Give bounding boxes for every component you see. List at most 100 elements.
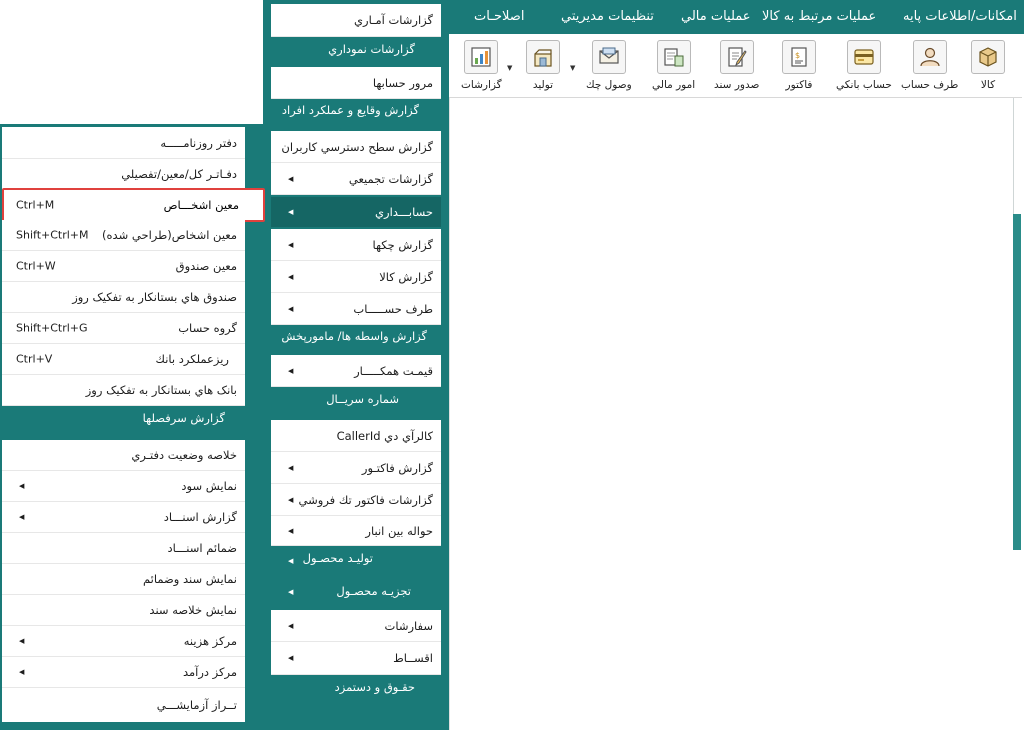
menu-item-label: طرف حســـــاب	[353, 301, 433, 316]
main-menu-bar: اصلاحـات تنظيمات مديريتي عمليات مالي عمل…	[449, 0, 1024, 34]
submenu-show-profit[interactable]: ◀ نمايش سود	[2, 471, 245, 502]
submenu-creditor-cash-by-day[interactable]: صندوق هاي بستانکار به تفکيک روز	[2, 282, 245, 313]
report-chart-icon	[464, 40, 499, 74]
submenu-arrow-icon: ◀	[288, 621, 294, 630]
menu-orders[interactable]: ◀ سفارشات	[271, 610, 441, 642]
toolbar-issue-document-button[interactable]: صدور سند	[714, 40, 759, 96]
toolbar-issue-document-label: صدور سند	[714, 79, 760, 91]
submenu-document-summary[interactable]: نمايش خلاصه سند	[2, 595, 245, 626]
menu-account-party[interactable]: ◀ طرف حســـــاب	[271, 293, 441, 325]
menu-invoice-report[interactable]: ◀ گزارش فاکتـور	[271, 452, 441, 484]
menu-aggregate-reports[interactable]: ◀ گزارشات تجميعي	[271, 163, 441, 195]
menu-serial-number[interactable]: شماره سريــال	[326, 392, 399, 406]
menu-cheque-report[interactable]: ◀ گزارش چکها	[271, 229, 441, 261]
menu-item-label: بانک هاي بستانکار به تفکيک روز	[85, 383, 237, 397]
menu-product-decomposition[interactable]: ◀ تجزيـه محصـول	[271, 577, 441, 607]
cheque-dropdown-arrow-icon[interactable]: ▼	[570, 64, 575, 72]
submenu-headings-report[interactable]: گزارش سرفصلها	[143, 411, 225, 425]
submenu-bank-details[interactable]: Ctrl+V ريزعملکرد بانك	[2, 344, 245, 375]
accounting-submenu-panel: دفتر روزنامـــــه دفـاتـر کل/معين/تفصيلي…	[0, 124, 265, 730]
submenu-persons-ledger[interactable]: Ctrl+M معين اشخـــاص	[2, 188, 265, 222]
toolbar-invoice-button[interactable]: $ فاکتور	[782, 40, 816, 96]
menu-item-label: گزارش چکها	[372, 237, 433, 252]
menu-item-label: اقســاط	[393, 651, 433, 665]
menu-item-label: صندوق هاي بستانکار به تفکيک روز	[72, 290, 237, 304]
submenu-arrow-icon: ◀	[288, 240, 294, 249]
submenu-trial-balance[interactable]: تــراز آزمايشـــي	[2, 688, 245, 722]
toolbar-finance-button[interactable]: امور مالي	[652, 40, 695, 96]
menu-chart-reports[interactable]: گزارشات نموداري	[328, 42, 415, 56]
menu-accounting[interactable]: ◀ حسابـــداري	[271, 197, 441, 227]
submenu-arrow-icon: ◀	[288, 208, 294, 216]
menu-retail-invoice-reports[interactable]: ◀ گزارشات فاکتور تك فروشي	[271, 484, 441, 516]
menu-product-manufacture[interactable]: ◀ توليـد محصـول	[271, 547, 441, 575]
menu-corrections[interactable]: اصلاحـات	[474, 9, 524, 24]
toolbar-bank-account-button[interactable]: حساب بانکي	[836, 40, 892, 96]
menu-item-label: گزارش فاکتـور	[361, 460, 433, 475]
shortcut-label: Ctrl+V	[16, 352, 53, 366]
menu-item-label: تــراز آزمايشـــي	[156, 698, 237, 712]
menu-item-label: معين اشخاص(طراحي شده)	[102, 228, 237, 242]
menu-item-label: نمايش خلاصه سند	[149, 603, 237, 617]
toolbar-cheque-button[interactable]: وصول چك	[586, 40, 632, 96]
shortcut-label: Shift+Ctrl+G	[16, 321, 88, 335]
document-pen-icon	[719, 40, 754, 74]
invoice-icon: $	[782, 40, 816, 74]
menu-goods-report[interactable]: ◀ گزارش کالا	[271, 261, 441, 293]
toolbar-account-party-button[interactable]: طرف حساب	[901, 40, 958, 96]
toolbar-cheque-label: وصول چك	[586, 79, 632, 91]
submenu-document-attachments[interactable]: ضمائم اسنـــاد	[2, 533, 245, 564]
app-window-edge	[449, 98, 450, 730]
bank-card-icon	[846, 40, 881, 74]
scrollbar-thumb[interactable]	[1013, 214, 1021, 550]
submenu-book-summary[interactable]: خلاصه وضعيت دفتـري	[2, 440, 245, 471]
toolbar-production-label: توليد	[532, 79, 554, 91]
menu-warehouse-transfer[interactable]: ◀ حواله بين انبار	[271, 516, 441, 546]
shortcut-label: Ctrl+M	[16, 198, 55, 212]
menu-statistical-reports[interactable]: گزارشات آمـاري	[271, 4, 441, 37]
menu-base-info[interactable]: امکانات/اطلاعات پايه	[903, 9, 1017, 24]
toolbar-goods-button[interactable]: کالا	[971, 40, 1005, 96]
menu-item-label: نمايش سند وضمائم	[143, 572, 237, 586]
menu-partner-price[interactable]: ◀ قيمـت همکـــــار	[271, 355, 441, 387]
menu-item-label: دفـاتـر کل/معين/تفصيلي	[121, 167, 237, 181]
person-icon	[912, 40, 947, 74]
submenu-ledgers[interactable]: دفـاتـر کل/معين/تفصيلي	[2, 159, 245, 190]
toolbar: کالا طرف حساب حساب بانکي $ فاکتور صدور س…	[449, 34, 1022, 98]
menu-item-label: ضمائم اسنـــاد	[167, 541, 237, 555]
submenu-income-center[interactable]: ◀ مرکز درآمد	[2, 657, 245, 688]
menu-item-label: مرکز درآمد	[182, 665, 237, 679]
menu-item-label: گزارشات فاکتور تك فروشي	[298, 492, 433, 507]
submenu-journal[interactable]: دفتر روزنامـــــه	[2, 127, 245, 159]
submenu-arrow-icon: ◀	[288, 272, 294, 281]
menu-item-label: مرکز هزينه	[183, 634, 237, 648]
submenu-cost-center[interactable]: ◀ مرکز هزينه	[2, 626, 245, 657]
submenu-arrow-icon: ◀	[288, 588, 294, 596]
menu-agents-report[interactable]: گزارش واسطه ها/ مامورپخش	[281, 329, 427, 343]
menu-financial-operations[interactable]: عمليات مالي	[681, 9, 751, 24]
submenu-creditor-banks-by-day[interactable]: بانک هاي بستانکار به تفکيک روز	[2, 375, 245, 406]
menu-installments[interactable]: ◀ اقســاط	[271, 642, 441, 675]
toolbar-reports-button[interactable]: گزارشات	[461, 40, 502, 96]
menu-goods-operations[interactable]: عمليات مرتبط به کالا	[762, 9, 876, 24]
submenu-cash-ledger[interactable]: Ctrl+W معين صندوق	[2, 251, 245, 282]
menu-item-label: گزارشات آمـاري	[354, 13, 433, 27]
submenu-show-document-attachments[interactable]: نمايش سند وضمائم	[2, 564, 245, 595]
submenu-arrow-icon: ◀	[19, 637, 25, 645]
menu-user-events-report[interactable]: گزارش وقايع و عملکرد افراد	[282, 103, 419, 117]
menu-accounts-review[interactable]: مرور حسابها	[271, 67, 441, 99]
toolbar-production-button[interactable]: توليد	[526, 40, 560, 96]
submenu-arrow-icon: ◀	[288, 304, 294, 313]
submenu-account-group[interactable]: Shift+Ctrl+G گروه حساب	[2, 313, 245, 344]
menu-user-access-report[interactable]: گزارش سطح دسترسي کاربران	[271, 131, 441, 163]
menu-item-label: قيمـت همکـــــار	[354, 363, 433, 378]
submenu-arrow-icon: ◀	[288, 463, 294, 472]
submenu-persons-ledger-designed[interactable]: Shift+Ctrl+M معين اشخاص(طراحي شده)	[2, 220, 245, 251]
menu-caller-id[interactable]: کالرآي دي CallerId	[271, 420, 441, 452]
submenu-documents-report[interactable]: ◀ گزارش اسنـــاد	[2, 502, 245, 533]
shortcut-label: Ctrl+W	[16, 259, 56, 273]
menu-item-label: مرور حسابها	[372, 75, 433, 90]
menu-payroll[interactable]: حقـوق و دستمزد	[335, 680, 415, 694]
menu-management-settings[interactable]: تنظيمات مديريتي	[561, 9, 654, 24]
production-dropdown-arrow-icon[interactable]: ▼	[507, 64, 512, 72]
